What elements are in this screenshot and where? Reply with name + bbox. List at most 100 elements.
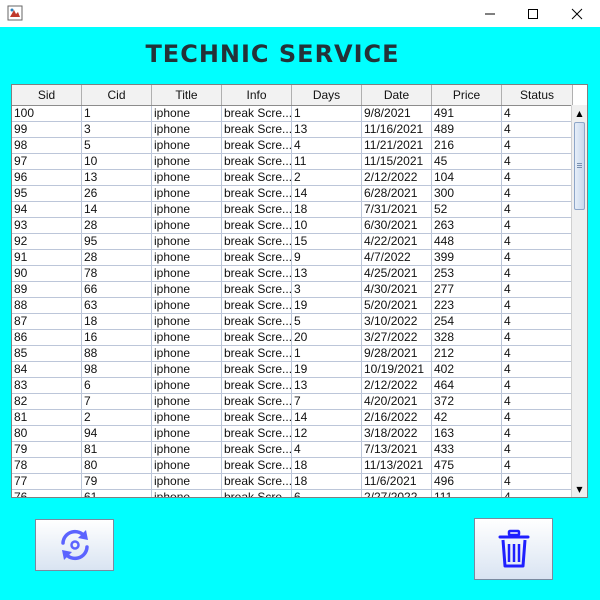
delete-button[interactable] [474,518,553,580]
table-row[interactable]: 85 88 iphone break Scre... 1 9/28/2021 212 4 [12,346,573,362]
table-row[interactable]: 96 13 iphone break Scre... 2 2/12/2022 104 4 [12,170,573,186]
table-cell-days: 13 [292,266,362,281]
table-row[interactable]: 100 1 iphone break Scre... 1 9/8/2021 491 4 [12,106,573,122]
table-row[interactable]: 82 7 iphone break Scre... 7 4/20/2021 372 4 [12,394,573,410]
table-cell-cid: 78 [82,266,152,281]
table-row[interactable]: 81 2 iphone break Scre... 14 2/16/2022 42 4 [12,410,573,426]
table-cell-title: iphone [152,266,222,281]
table-cell-title: iphone [152,490,222,497]
table-cell-cid: 3 [82,122,152,137]
table-cell-info: break Scre... [224,458,292,473]
table-cell-title: iphone [152,298,222,313]
table-cell-price: 216 [432,138,502,153]
table-cell-price: 433 [432,442,502,457]
table-cell-cid: 79 [82,474,152,489]
table-row[interactable]: 99 3 iphone break Scre... 13 11/16/2021 489 4 [12,122,573,138]
scroll-up-arrow-icon[interactable]: ▲ [572,105,587,121]
column-header-days[interactable]: Days [292,85,362,105]
vertical-scrollbar[interactable]: ▲ ▼ [571,105,587,497]
column-header-price[interactable]: Price [432,85,502,105]
table-row[interactable]: 88 63 iphone break Scre... 19 5/20/2021 223 4 [12,298,573,314]
column-header-info[interactable]: Info [222,85,292,105]
table-row[interactable]: 83 6 iphone break Scre... 13 2/12/2022 464 4 [12,378,573,394]
table-row[interactable]: 79 81 iphone break Scre... 4 7/13/2021 433 4 [12,442,573,458]
table-row[interactable]: 95 26 iphone break Scre... 14 6/28/2021 300 4 [12,186,573,202]
minimize-button[interactable] [467,0,513,27]
table-cell-title: iphone [152,346,222,361]
table-row[interactable]: 87 18 iphone break Scre... 5 3/10/2022 254 4 [12,314,573,330]
table-cell-price: 111 [432,490,502,497]
table-cell-sid: 97 [12,154,82,169]
table-cell-days: 14 [292,186,362,201]
table-row[interactable]: 92 95 iphone break Scre... 15 4/22/2021 448 4 [12,234,573,250]
table-row[interactable]: 93 28 iphone break Scre... 10 6/30/2021 263 4 [12,218,573,234]
page-title: TECHNIC SERVICE [145,40,400,68]
table-row[interactable]: 86 16 iphone break Scre... 20 3/27/2022 328 4 [12,330,573,346]
table-cell-days: 20 [292,330,362,345]
service-table[interactable]: Sid Cid Title Info Days Date Price Status 100 1 i… [11,84,588,498]
table-cell-cid: 6 [82,378,152,393]
table-row[interactable]: 94 14 iphone break Scre... 18 7/31/2021 52 4 [12,202,573,218]
table-cell-price: 475 [432,458,502,473]
table-cell-sid: 96 [12,170,82,185]
scrollbar-thumb[interactable] [574,122,585,210]
table-cell-cid: 63 [82,298,152,313]
title-bar [0,0,600,27]
table-cell-days: 1 [292,106,362,121]
table-cell-days: 18 [292,474,362,489]
table-cell-title: iphone [152,170,222,185]
minimize-icon [485,13,495,14]
table-cell-sid: 100 [12,106,82,121]
table-cell-price: 372 [432,394,502,409]
table-cell-date: 9/8/2021 [362,106,432,121]
table-row[interactable]: 98 5 iphone break Scre... 4 11/21/2021 216 4 [12,138,573,154]
table-cell-info: break Scre... [224,426,292,441]
table-cell-sid: 76 [12,490,82,497]
table-cell-status: 4 [502,234,573,249]
column-header-date[interactable]: Date [362,85,432,105]
table-cell-info: break Scre... [224,474,292,489]
table-row[interactable]: 77 79 iphone break Scre... 18 11/6/2021 496 4 [12,474,573,490]
table-row[interactable]: 80 94 iphone break Scre... 12 3/18/2022 163 4 [12,426,573,442]
close-button[interactable] [554,0,600,27]
table-cell-days: 6 [292,490,362,497]
table-cell-days: 14 [292,410,362,425]
table-cell-status: 4 [502,298,573,313]
table-row[interactable]: 76 61 iphone break Scre... 6 2/27/2022 111 4 [12,490,573,497]
column-header-sid[interactable]: Sid [12,85,82,105]
table-cell-title: iphone [152,154,222,169]
table-row[interactable]: 84 98 iphone break Scre... 19 10/19/2021 402 4 [12,362,573,378]
column-header-cid[interactable]: Cid [82,85,152,105]
table-row[interactable]: 78 80 iphone break Scre... 18 11/13/2021 475 4 [12,458,573,474]
table-cell-status: 4 [502,266,573,281]
table-cell-cid: 14 [82,202,152,217]
table-cell-date: 2/27/2022 [362,490,432,497]
table-cell-info: break Scre... [224,138,292,153]
table-cell-sid: 94 [12,202,82,217]
table-cell-cid: 94 [82,426,152,441]
table-cell-info: break Scre... [224,410,292,425]
table-cell-cid: 26 [82,186,152,201]
table-cell-days: 4 [292,442,362,457]
table-cell-sid: 81 [12,410,82,425]
column-header-title[interactable]: Title [152,85,222,105]
table-cell-date: 11/16/2021 [362,122,432,137]
table-row[interactable]: 91 28 iphone break Scre... 9 4/7/2022 399 4 [12,250,573,266]
table-cell-date: 6/30/2021 [362,218,432,233]
maximize-button[interactable] [510,0,556,27]
table-cell-days: 13 [292,378,362,393]
table-cell-date: 3/10/2022 [362,314,432,329]
table-cell-cid: 80 [82,458,152,473]
table-row[interactable]: 97 10 iphone break Scre... 11 11/15/2021 45 4 [12,154,573,170]
table-cell-price: 42 [432,410,502,425]
column-header-status[interactable]: Status [502,85,573,105]
scroll-down-arrow-icon[interactable]: ▼ [572,481,587,497]
table-cell-days: 12 [292,426,362,441]
java-app-icon [7,5,23,21]
refresh-button[interactable] [35,519,114,571]
table-row[interactable]: 90 78 iphone break Scre... 13 4/25/2021 253 4 [12,266,573,282]
table-cell-date: 4/22/2021 [362,234,432,249]
table-cell-date: 11/21/2021 [362,138,432,153]
table-row[interactable]: 89 66 iphone break Scre... 3 4/30/2021 277 4 [12,282,573,298]
table-cell-status: 4 [502,330,573,345]
